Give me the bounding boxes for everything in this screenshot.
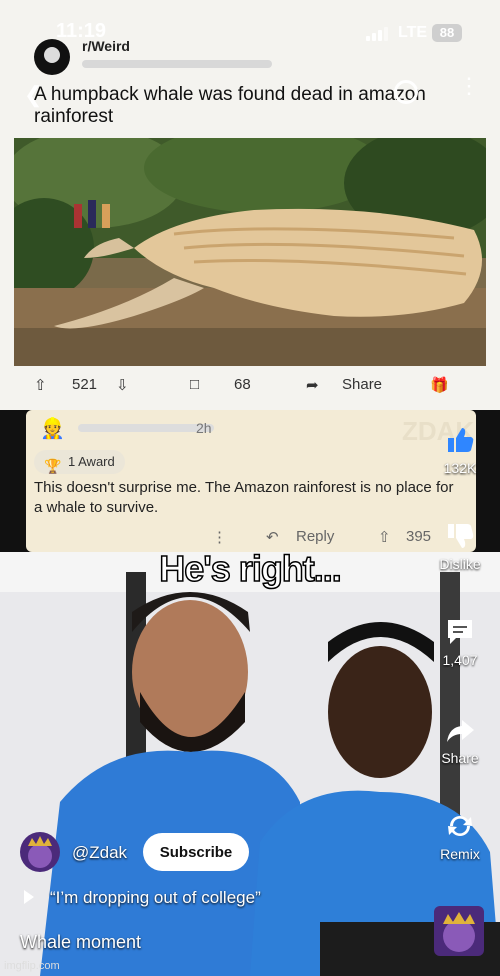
- upvote-icon[interactable]: ⇧: [34, 376, 47, 394]
- reply-icon[interactable]: ↶: [266, 528, 279, 546]
- share-label: Share: [441, 750, 479, 766]
- dislike-label: Dislike: [439, 556, 481, 572]
- remix-button[interactable]: Remix: [430, 810, 490, 862]
- comment-text: This doesn't surprise me. The Amazon rai…: [34, 479, 454, 516]
- award-icon[interactable]: 🎁: [430, 376, 449, 394]
- sound-thumbnail[interactable]: [434, 906, 484, 956]
- blurred-username: [82, 60, 272, 68]
- channel-handle[interactable]: @Zdak: [72, 843, 127, 863]
- reddit-comment-card: 👷 2h ZDAK 🏆 1 Award This doesn't surpris…: [26, 410, 476, 552]
- signal-icon: [366, 25, 392, 41]
- award-label: 1 Award: [68, 454, 115, 469]
- status-bar: 11:19 LTE 88: [0, 0, 500, 52]
- network-label: LTE: [398, 24, 428, 41]
- like-button[interactable]: 132K: [430, 424, 490, 476]
- award-badge: 🏆 1 Award: [34, 450, 125, 474]
- upvote-count: 521: [72, 376, 98, 393]
- remix-icon: [448, 816, 472, 836]
- shorts-player: 11:19 LTE 88 r/Weird A humpback whale wa…: [0, 0, 500, 976]
- share-button[interactable]: Share: [430, 714, 490, 766]
- blurred-commenter: [78, 424, 214, 432]
- battery-icon: 88: [432, 24, 462, 42]
- comment-actions: ⋮ ↶ Reply ⇧ 395: [26, 526, 476, 550]
- sound-title[interactable]: “I’m dropping out of college”: [50, 888, 261, 908]
- subreddit-name: r/Weird: [82, 38, 130, 54]
- comment-time: 2h: [196, 420, 212, 436]
- back-icon[interactable]: ❮: [24, 82, 42, 108]
- channel-avatar[interactable]: [20, 832, 60, 872]
- more-icon[interactable]: ⋮: [458, 75, 480, 97]
- remix-label: Remix: [440, 846, 480, 862]
- share-icon[interactable]: ➦: [306, 376, 319, 394]
- like-icon: [448, 428, 474, 452]
- dislike-icon: [448, 524, 474, 548]
- search-icon[interactable]: [394, 80, 418, 104]
- comments-button[interactable]: 1,407: [430, 616, 490, 668]
- meme-caption: He's right...: [158, 547, 342, 590]
- credit-watermark: imgflip.com: [4, 960, 60, 972]
- like-count: 132K: [443, 460, 477, 476]
- award-icon: 🏆: [44, 458, 62, 474]
- video-description[interactable]: Whale moment: [20, 932, 141, 953]
- comment-votes: 395: [406, 528, 432, 545]
- comment-icon[interactable]: □: [190, 376, 199, 393]
- dislike-button[interactable]: Dislike: [430, 520, 490, 572]
- share-icon: [447, 720, 474, 742]
- downvote-icon[interactable]: ⇩: [116, 376, 129, 394]
- post-actions: ⇧ 521 ⇩ □ 68 ➦ Share 🎁: [0, 372, 500, 402]
- comment-count: 1,407: [442, 652, 478, 668]
- subscribe-button[interactable]: Subscribe: [143, 833, 249, 871]
- upvote-icon[interactable]: ⇧: [378, 528, 391, 546]
- whale-photo: [14, 138, 486, 366]
- comment-count: 68: [234, 376, 251, 393]
- comments-icon: [448, 620, 472, 644]
- meme-image: [0, 552, 500, 976]
- share-label[interactable]: Share: [342, 376, 382, 393]
- post-title: A humpback whale was found dead in amazo…: [34, 84, 426, 127]
- subreddit-avatar: [34, 39, 70, 75]
- play-icon: [24, 890, 34, 904]
- more-icon[interactable]: ⋮: [212, 528, 227, 546]
- reddit-post-card: 11:19 LTE 88 r/Weird A humpback whale wa…: [0, 0, 500, 410]
- reply-label[interactable]: Reply: [296, 528, 334, 545]
- commenter-avatar: 👷: [40, 418, 65, 440]
